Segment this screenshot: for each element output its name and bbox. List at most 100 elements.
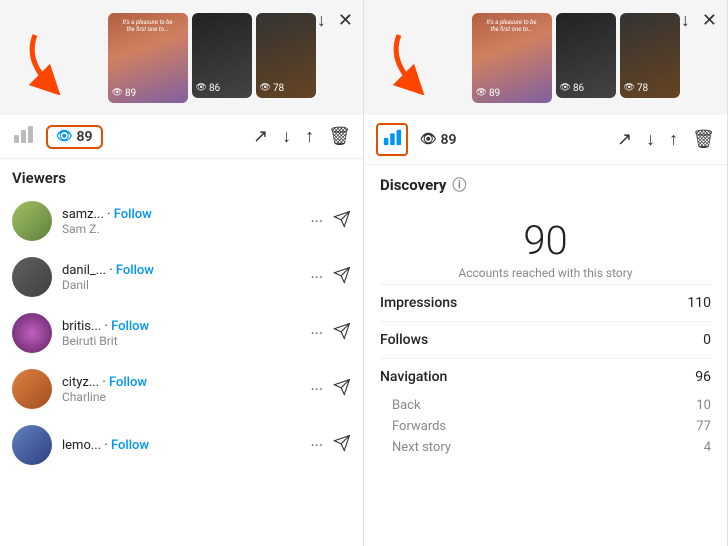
avatar <box>12 257 52 297</box>
reach-count-block: 90 Accounts reached with this story <box>380 201 711 284</box>
thumb-main-left: It's a pleasure to bethe first one to...… <box>108 13 188 103</box>
close-button-right[interactable]: ✕ <box>700 8 719 33</box>
viewer-item: lemo... · Follow ··· <box>0 417 363 473</box>
viewer-name: danil_... · Follow <box>62 263 300 278</box>
eye-icon-left: 👁 <box>56 129 73 144</box>
right-panel: ↓ ✕ It's a pleasure to bethe first one t… <box>364 0 728 546</box>
viewer-actions: ··· <box>310 434 351 456</box>
discovery-section: Discovery ⓘ 90 Accounts reached with thi… <box>364 165 727 546</box>
info-icon[interactable]: ⓘ <box>452 175 466 195</box>
thumb-3-right: 👁 78 <box>620 13 680 98</box>
send-icon[interactable] <box>333 210 351 232</box>
viewer-item: samz... · Follow Sam Z. ··· <box>0 193 363 249</box>
follow-link[interactable]: Follow <box>116 263 154 278</box>
thumb-label3-left: 👁 78 <box>260 83 285 94</box>
viewer-info: lemo... · Follow <box>62 438 300 453</box>
download-icon-left[interactable]: ↓ <box>282 126 291 147</box>
top-icons-left: ↓ ✕ <box>315 8 355 33</box>
thumb-label-left: 👁 89 <box>112 88 137 99</box>
viewer-name: samz... · Follow <box>62 207 300 222</box>
trend-icon-left[interactable]: ↗ <box>253 126 268 147</box>
viewer-item: danil_... · Follow Danil ··· <box>0 249 363 305</box>
more-icon[interactable]: ··· <box>310 380 323 399</box>
story-preview-right: ↓ ✕ It's a pleasure to bethe first one t… <box>364 0 727 115</box>
close-button-left[interactable]: ✕ <box>336 8 355 33</box>
sub-metric-back: Back 10 <box>380 395 711 416</box>
download-button-left[interactable]: ↓ <box>315 8 328 33</box>
viewer-handle: Beiruti Brit <box>62 334 300 348</box>
stats-bar-right: 👁 89 ↗ ↓ ↑ 🗑 <box>364 115 727 165</box>
metric-navigation: Navigation 96 <box>380 358 711 395</box>
viewer-handle: Danil <box>62 278 300 292</box>
thumb-label2-left: 👁 86 <box>196 83 221 94</box>
arrow-icon-left <box>15 25 85 99</box>
discovery-title: Discovery <box>380 176 446 194</box>
action-icons-left: ↗ ↓ ↑ 🗑 <box>253 126 351 147</box>
thumb-3-left: 👁 78 <box>256 13 316 98</box>
story-overlay-left: It's a pleasure to bethe first one to... <box>110 17 186 35</box>
viewer-info: samz... · Follow Sam Z. <box>62 207 300 236</box>
viewer-info: britis... · Follow Beiruti Brit <box>62 319 300 348</box>
avatar <box>12 425 52 465</box>
delete-icon-left[interactable]: 🗑 <box>328 126 351 147</box>
avatar <box>12 313 52 353</box>
viewer-handle: Charline <box>62 390 300 404</box>
more-icon[interactable]: ··· <box>310 324 323 343</box>
views-count-right: 👁 89 <box>420 132 457 148</box>
viewer-name: britis... · Follow <box>62 319 300 334</box>
download-icon-right[interactable]: ↓ <box>646 129 655 150</box>
avatar <box>12 201 52 241</box>
share-icon-left[interactable]: ↑ <box>305 126 314 147</box>
send-icon[interactable] <box>333 322 351 344</box>
delete-icon-right[interactable]: 🗑 <box>692 129 715 150</box>
reach-label: Accounts reached with this story <box>380 266 711 280</box>
views-count-left: 89 <box>77 129 93 145</box>
bar-chart-icon-right[interactable] <box>376 123 408 156</box>
viewer-actions: ··· <box>310 210 351 232</box>
viewer-handle: Sam Z. <box>62 222 300 236</box>
bar-chart-icon-left[interactable] <box>12 123 34 150</box>
left-panel: ↓ ✕ It's a pleasure to bethe first one t… <box>0 0 364 546</box>
viewer-item: cityz... · Follow Charline ··· <box>0 361 363 417</box>
send-icon[interactable] <box>333 266 351 288</box>
metric-impressions: Impressions 110 <box>380 284 711 321</box>
viewer-list: samz... · Follow Sam Z. ··· danil_... · … <box>0 193 363 546</box>
discovery-header: Discovery ⓘ <box>380 165 711 201</box>
top-icons-right: ↓ ✕ <box>679 8 719 33</box>
trend-icon-right[interactable]: ↗ <box>617 129 632 150</box>
sub-metric-forwards: Forwards 77 <box>380 416 711 437</box>
share-icon-right[interactable]: ↑ <box>669 129 678 150</box>
viewer-actions: ··· <box>310 378 351 400</box>
follow-link[interactable]: Follow <box>111 319 149 334</box>
send-icon[interactable] <box>333 378 351 400</box>
arrow-icon-right <box>379 25 449 99</box>
follow-link[interactable]: Follow <box>109 375 147 390</box>
viewer-info: danil_... · Follow Danil <box>62 263 300 292</box>
viewers-header: Viewers <box>0 159 363 193</box>
thumb-main-right: It's a pleasure to bethe first one to...… <box>472 13 552 103</box>
thumb-label2-right: 👁 86 <box>560 83 585 94</box>
viewer-actions: ··· <box>310 322 351 344</box>
more-icon[interactable]: ··· <box>310 212 323 231</box>
viewer-info: cityz... · Follow Charline <box>62 375 300 404</box>
download-button-right[interactable]: ↓ <box>679 8 692 33</box>
more-icon[interactable]: ··· <box>310 436 323 455</box>
stats-bar-left: 👁 89 ↗ ↓ ↑ 🗑 <box>0 115 363 159</box>
follow-link[interactable]: Follow <box>111 438 149 453</box>
viewer-name: lemo... · Follow <box>62 438 300 453</box>
story-overlay-right: It's a pleasure to bethe first one to... <box>474 17 550 35</box>
reach-number: 90 <box>380 217 711 264</box>
follow-link[interactable]: Follow <box>114 207 152 222</box>
sub-metric-next-story: Next story 4 <box>380 437 711 458</box>
more-icon[interactable]: ··· <box>310 268 323 287</box>
viewer-name: cityz... · Follow <box>62 375 300 390</box>
thumb-2-right: 👁 86 <box>556 13 616 98</box>
viewer-item: britis... · Follow Beiruti Brit ··· <box>0 305 363 361</box>
avatar <box>12 369 52 409</box>
story-thumbnails-right: It's a pleasure to bethe first one to...… <box>472 13 680 103</box>
viewers-count-badge: 👁 89 <box>46 125 103 149</box>
action-icons-right: ↗ ↓ ↑ 🗑 <box>617 129 715 150</box>
send-icon[interactable] <box>333 434 351 456</box>
thumb-label-right: 👁 89 <box>476 88 501 99</box>
thumb-label3-right: 👁 78 <box>624 83 649 94</box>
